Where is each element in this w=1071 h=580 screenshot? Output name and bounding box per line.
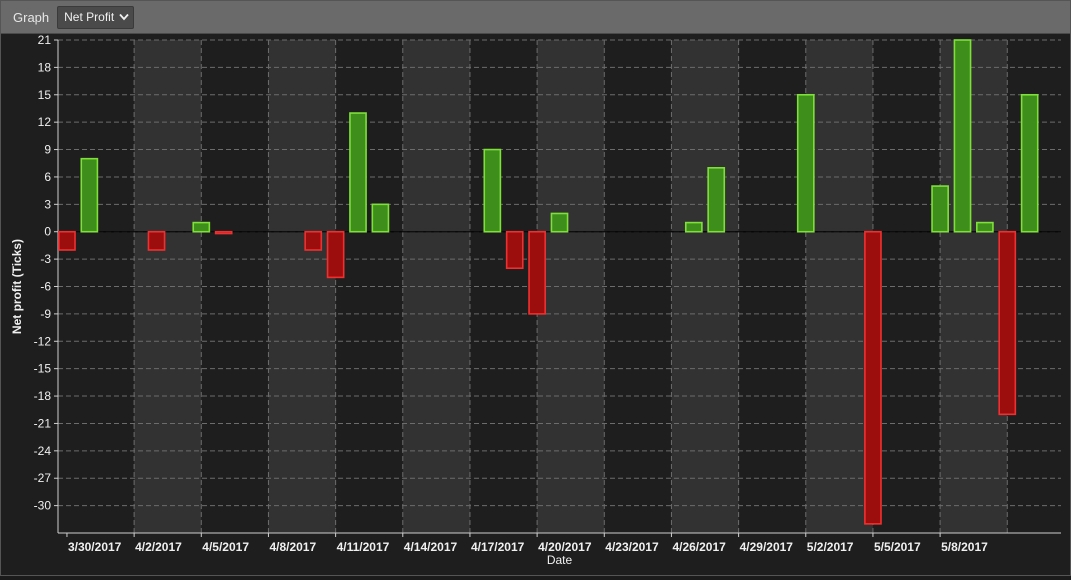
y-tick-label: 18 <box>38 60 52 74</box>
x-tick-label: 4/23/2017 <box>605 540 659 554</box>
profit-bar <box>483 148 502 233</box>
loss-bar <box>528 230 546 315</box>
profit-bar <box>1020 93 1039 233</box>
chart-area: -30 -27 -24 -21 -18 -15 -12 -9 -6 -3 0 3 6 9 12 15 18 21 3… <box>1 33 1070 575</box>
profit-bar <box>371 203 390 233</box>
y-tick-label: -9 <box>40 307 51 321</box>
y-tick-label: 15 <box>38 88 52 102</box>
loss-bar <box>864 230 882 525</box>
x-tick-label: 4/2/2017 <box>135 540 182 554</box>
y-tick-label: 12 <box>38 115 52 129</box>
loss-bar <box>304 230 323 251</box>
x-tick-label: 4/17/2017 <box>471 540 525 554</box>
y-tick-label: 9 <box>44 143 51 157</box>
profit-bar <box>349 112 367 233</box>
net-profit-chart: -30-27-24-21-18-15-12-9-6-30369121518213… <box>10 33 1061 567</box>
x-tick-label: 4/11/2017 <box>337 540 390 554</box>
y-tick-label: -30 <box>34 499 52 513</box>
date-band <box>671 40 739 533</box>
x-tick-label: 4/26/2017 <box>672 540 726 554</box>
profit-bar <box>192 221 211 233</box>
x-tick-label: 4/20/2017 <box>538 540 592 554</box>
loss-bar <box>505 230 524 270</box>
x-tick-label: 4/29/2017 <box>740 540 794 554</box>
y-tick-label: -6 <box>40 280 51 294</box>
y-axis-title: Net profit (Ticks) <box>10 239 24 334</box>
graph-label: Graph <box>13 9 50 25</box>
profit-bar <box>931 185 949 233</box>
y-tick-label: 6 <box>44 170 51 184</box>
chevron-down-icon <box>119 12 129 22</box>
loss-bar <box>326 230 345 279</box>
y-tick-label: -21 <box>34 416 52 430</box>
chart-window: Graph Net Profit -30 -27 -24 -21 -18 -15 -12 -9… <box>0 0 1071 576</box>
profit-bar <box>80 157 99 233</box>
toolbar: Graph Net Profit <box>1 1 1070 34</box>
y-tick-label: 0 <box>44 225 51 239</box>
loss-bar <box>214 230 233 235</box>
y-tick-label: -12 <box>34 334 52 348</box>
x-tick-label: 4/14/2017 <box>404 540 458 554</box>
x-axis-title: Date <box>547 553 573 567</box>
profit-bar <box>976 221 994 233</box>
profit-bar <box>953 39 972 233</box>
x-tick-label: 5/8/2017 <box>941 540 988 554</box>
x-tick-label: 4/5/2017 <box>202 540 249 554</box>
x-tick-label: 5/5/2017 <box>874 540 921 554</box>
y-tick-label: -3 <box>40 252 51 266</box>
graph-type-value: Net Profit <box>64 10 115 24</box>
y-tick-label: -24 <box>34 444 52 458</box>
y-tick-label: 3 <box>44 197 51 211</box>
profit-bar <box>550 212 569 233</box>
profit-bar <box>684 221 703 233</box>
x-tick-label: 4/8/2017 <box>269 540 316 554</box>
profit-bar <box>796 93 815 233</box>
y-tick-label: 21 <box>38 34 52 47</box>
graph-type-select[interactable]: Net Profit <box>57 5 135 29</box>
y-tick-label: -27 <box>34 471 52 485</box>
loss-bar <box>58 230 76 251</box>
profit-bar <box>707 167 726 233</box>
date-band <box>134 40 202 533</box>
y-tick-label: -15 <box>34 362 52 376</box>
x-tick-label: 5/2/2017 <box>807 540 854 554</box>
x-tick-label: 3/30/2017 <box>68 540 122 554</box>
y-tick-label: -18 <box>34 389 52 403</box>
loss-bar <box>147 230 166 251</box>
loss-bar <box>998 230 1017 416</box>
